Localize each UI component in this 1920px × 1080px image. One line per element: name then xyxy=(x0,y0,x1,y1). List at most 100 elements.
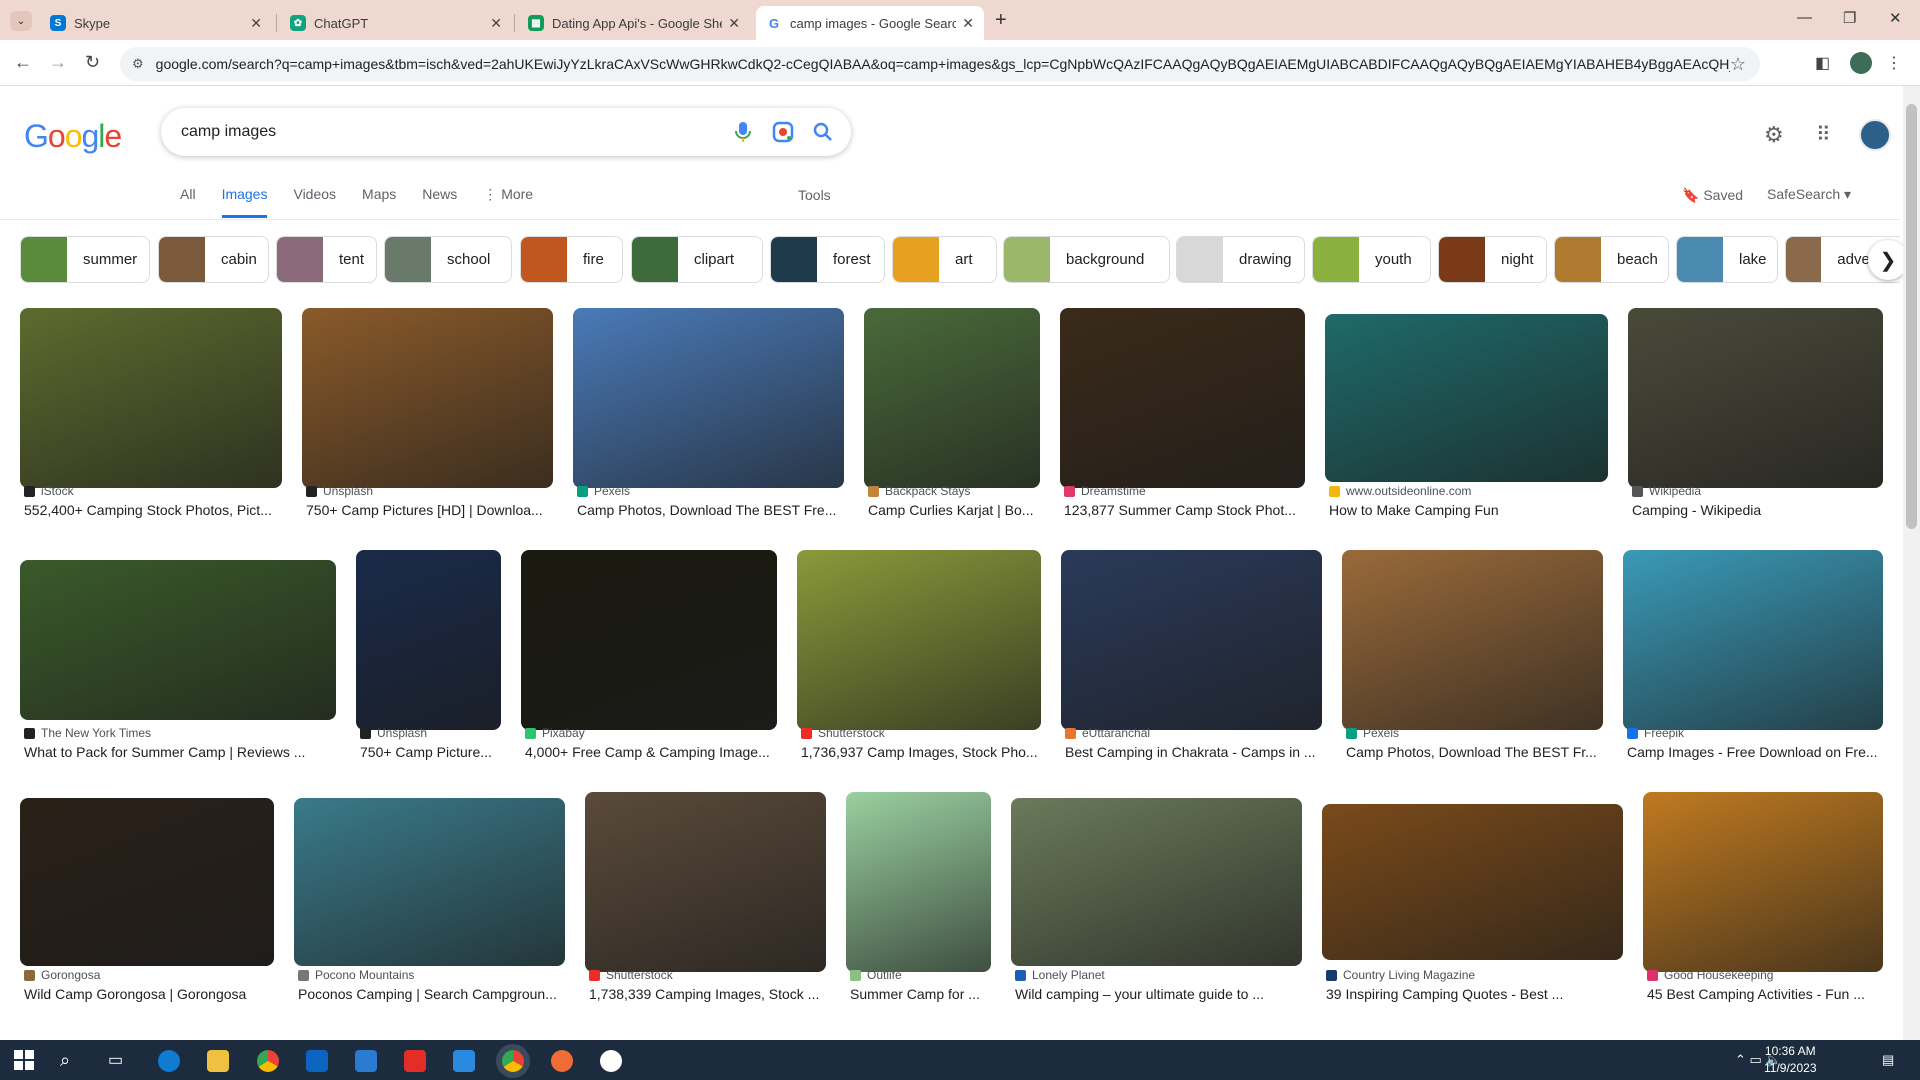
tab-search-button[interactable]: ⌄ xyxy=(10,11,32,31)
chevron-right-icon[interactable]: ❯ xyxy=(1868,240,1908,280)
result-caption[interactable]: 4,000+ Free Camp & Camping Image... xyxy=(525,744,781,760)
new-tab-button[interactable]: + xyxy=(995,9,1007,32)
address-bar[interactable]: ⚙ google.com/search?q=camp+images&tbm=is… xyxy=(120,47,1760,81)
chip-beach[interactable]: beach xyxy=(1554,236,1669,283)
clock[interactable]: 10:36 AM 11/9/2023 xyxy=(1764,1043,1817,1077)
tab-images[interactable]: Images xyxy=(221,186,268,218)
search-box[interactable]: camp images xyxy=(161,108,851,156)
result-thumbnail[interactable] xyxy=(1060,308,1305,488)
site-info-icon[interactable]: ⚙ xyxy=(132,56,144,72)
search-icon[interactable]: ⌕ xyxy=(60,1050,82,1072)
windows-start-icon[interactable] xyxy=(14,1050,36,1072)
result-caption[interactable]: Camp Photos, Download The BEST Fr... xyxy=(1346,744,1607,760)
result-source[interactable]: Pexels xyxy=(577,484,630,498)
result-source[interactable]: Shutterstock xyxy=(801,726,885,740)
result-caption[interactable]: Camping - Wikipedia xyxy=(1632,502,1887,518)
chip-cabin[interactable]: cabin xyxy=(158,236,269,283)
result-caption[interactable]: 1,736,937 Camp Images, Stock Pho... xyxy=(801,744,1045,760)
chip-night[interactable]: night xyxy=(1438,236,1547,283)
side-panel-icon[interactable]: ◧ xyxy=(1815,53,1830,73)
google-apps-icon[interactable]: ⠿ xyxy=(1816,122,1831,147)
result-caption[interactable]: 123,877 Summer Camp Stock Phot... xyxy=(1064,502,1309,518)
chip-drawing[interactable]: drawing xyxy=(1176,236,1305,283)
result-source[interactable]: Pexels xyxy=(1346,726,1399,740)
result-source[interactable]: Unsplash xyxy=(306,484,373,498)
result-source[interactable]: Pixabay xyxy=(525,726,585,740)
youtube-icon[interactable] xyxy=(404,1050,426,1072)
result-thumbnail[interactable] xyxy=(797,550,1041,730)
store-icon[interactable] xyxy=(306,1050,328,1072)
result-caption[interactable]: Camp Images - Free Download on Fre... xyxy=(1627,744,1887,760)
result-caption[interactable]: 750+ Camp Pictures [HD] | Downloa... xyxy=(306,502,557,518)
chip-art[interactable]: art xyxy=(892,236,997,283)
result-thumbnail[interactable] xyxy=(846,792,991,972)
result-thumbnail[interactable] xyxy=(573,308,844,488)
google-logo[interactable]: Google xyxy=(24,118,122,155)
result-thumbnail[interactable] xyxy=(1342,550,1603,730)
result-source[interactable]: Pocono Mountains xyxy=(298,968,414,982)
result-source[interactable]: Freepik xyxy=(1627,726,1684,740)
chip-clipart[interactable]: clipart xyxy=(631,236,763,283)
close-icon[interactable]: ✕ xyxy=(728,15,740,32)
chip-background[interactable]: background xyxy=(1003,236,1170,283)
chip-tent[interactable]: tent xyxy=(276,236,377,283)
result-source[interactable]: eUttaranchal xyxy=(1065,726,1150,740)
result-source[interactable]: Wikipedia xyxy=(1632,484,1701,498)
result-caption[interactable]: How to Make Camping Fun xyxy=(1329,502,1612,518)
tab-sheets[interactable]: ▦ Dating App Api's - Google She ✕ xyxy=(518,6,750,40)
minimize-button[interactable]: — xyxy=(1797,9,1812,26)
notification-icon[interactable]: ▤ xyxy=(1882,1052,1894,1068)
result-thumbnail[interactable] xyxy=(1623,550,1883,730)
tab-chatgpt[interactable]: ✿ ChatGPT ✕ xyxy=(280,6,512,40)
tab-google-search[interactable]: G camp images - Google Search ✕ xyxy=(756,6,984,40)
result-caption[interactable]: Poconos Camping | Search Campgroun... xyxy=(298,986,569,1002)
result-thumbnail[interactable] xyxy=(521,550,777,730)
chip-lake[interactable]: lake xyxy=(1676,236,1778,283)
lens-icon[interactable] xyxy=(771,120,795,144)
safesearch-button[interactable]: SafeSearch ▾ xyxy=(1767,186,1851,203)
mail-icon[interactable] xyxy=(355,1050,377,1072)
chrome-active-icon[interactable] xyxy=(502,1050,524,1072)
result-caption[interactable]: Best Camping in Chakrata - Camps in ... xyxy=(1065,744,1326,760)
task-view-icon[interactable]: ▭ xyxy=(108,1050,130,1072)
result-source[interactable]: Lonely Planet xyxy=(1015,968,1105,982)
result-thumbnail[interactable] xyxy=(1322,804,1623,960)
account-avatar[interactable] xyxy=(1859,119,1891,151)
edge-icon[interactable] xyxy=(158,1050,180,1072)
result-thumbnail[interactable] xyxy=(1011,798,1302,966)
result-thumbnail[interactable] xyxy=(20,560,336,720)
chrome-icon[interactable] xyxy=(257,1050,279,1072)
tab-skype[interactable]: S Skype ✕ xyxy=(40,6,272,40)
tab-all[interactable]: All xyxy=(180,186,196,218)
close-icon[interactable]: ✕ xyxy=(490,15,502,32)
chip-fire[interactable]: fire xyxy=(520,236,623,283)
result-caption[interactable]: Wild camping – your ultimate guide to ..… xyxy=(1015,986,1306,1002)
search-input[interactable]: camp images xyxy=(181,123,731,141)
tab-maps[interactable]: Maps xyxy=(362,186,396,218)
result-caption[interactable]: Summer Camp for ... xyxy=(850,986,995,1002)
result-source[interactable]: Outlife xyxy=(850,968,902,982)
tools-button[interactable]: Tools xyxy=(798,187,831,203)
result-source[interactable]: Backpack Stays xyxy=(868,484,970,498)
chip-summer[interactable]: summer xyxy=(20,236,150,283)
result-caption[interactable]: 39 Inspiring Camping Quotes - Best ... xyxy=(1326,986,1627,1002)
result-source[interactable]: Good Housekeeping xyxy=(1647,968,1773,982)
close-window-button[interactable]: ✕ xyxy=(1889,9,1902,27)
search-icon[interactable] xyxy=(811,120,835,144)
close-icon[interactable]: ✕ xyxy=(250,15,262,32)
tab-videos[interactable]: Videos xyxy=(293,186,336,218)
close-icon[interactable]: ✕ xyxy=(962,15,974,32)
chip-forest[interactable]: forest xyxy=(770,236,885,283)
vscode-icon[interactable] xyxy=(453,1050,475,1072)
result-source[interactable]: Gorongosa xyxy=(24,968,100,982)
chip-school[interactable]: school xyxy=(384,236,512,283)
result-source[interactable]: iStock xyxy=(24,484,74,498)
back-button[interactable]: ← xyxy=(14,52,32,73)
result-thumbnail[interactable] xyxy=(294,798,565,966)
saved-button[interactable]: 🔖 Saved xyxy=(1682,187,1743,204)
result-caption[interactable]: Wild Camp Gorongosa | Gorongosa xyxy=(24,986,278,1002)
app-icon[interactable] xyxy=(600,1050,622,1072)
result-thumbnail[interactable] xyxy=(1643,792,1883,972)
reload-button[interactable]: ↻ xyxy=(85,52,100,73)
result-caption[interactable]: 552,400+ Camping Stock Photos, Pict... xyxy=(24,502,286,518)
